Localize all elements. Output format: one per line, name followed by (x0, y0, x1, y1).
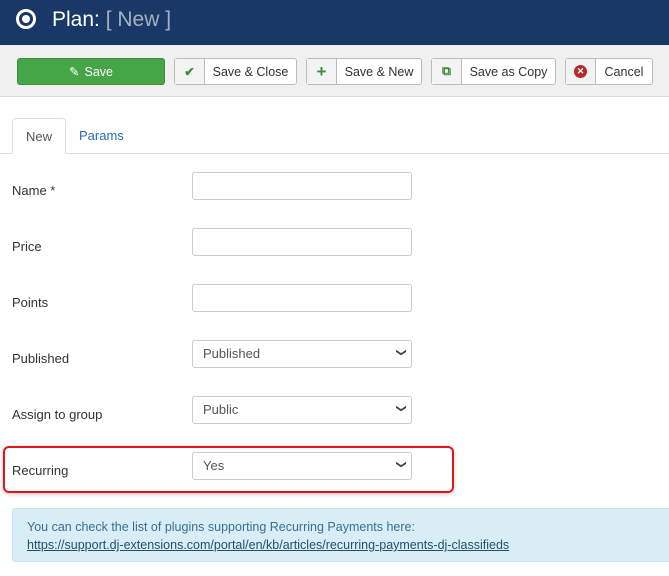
info-alert: You can check the list of plugins suppor… (12, 508, 669, 562)
published-label: Published (12, 351, 70, 366)
recurring-select[interactable]: Yes ❯ (192, 452, 412, 480)
copy-icon: ⧉ (432, 59, 462, 84)
recurring-payments-link[interactable]: https://support.dj-extensions.com/portal… (27, 538, 509, 552)
price-label: Price (12, 239, 42, 254)
plus-icon: + (307, 59, 337, 84)
name-input[interactable] (192, 172, 412, 200)
group-label: Assign to group (12, 407, 103, 422)
tab-params[interactable]: Params (66, 118, 137, 154)
toolbar: ✎ Save ✔ Save & Close + Save & New ⧉ Save as… (0, 45, 669, 97)
save-button[interactable]: ✎ Save (17, 58, 165, 85)
tab-bar: New Params (0, 118, 669, 154)
save-close-button[interactable]: ✔ Save & Close (174, 58, 297, 85)
info-text: You can check the list of plugins suppor… (27, 520, 415, 534)
tab-new[interactable]: New (12, 118, 67, 154)
chevron-down-icon: ❯ (395, 348, 407, 357)
chevron-down-icon: ❯ (395, 404, 407, 413)
price-input[interactable] (192, 228, 412, 256)
check-icon: ✔ (175, 59, 205, 84)
cancel-button[interactable]: ✕ Cancel (565, 58, 653, 85)
save-new-button[interactable]: + Save & New (306, 58, 422, 85)
name-label: Name * (12, 183, 56, 198)
points-input[interactable] (192, 284, 412, 312)
cancel-icon: ✕ (566, 59, 596, 84)
target-icon (16, 9, 36, 29)
edit-icon: ✎ (69, 65, 80, 79)
points-label: Points (12, 295, 49, 310)
group-select[interactable]: Public ❯ (192, 396, 412, 424)
recurring-label: Recurring (12, 463, 69, 478)
chevron-down-icon: ❯ (395, 460, 407, 469)
page-title: Plan: [ New ] (52, 8, 172, 31)
header: Plan: [ New ] (0, 0, 669, 45)
published-select[interactable]: Published ❯ (192, 340, 412, 368)
save-copy-button[interactable]: ⧉ Save as Copy (431, 58, 556, 85)
